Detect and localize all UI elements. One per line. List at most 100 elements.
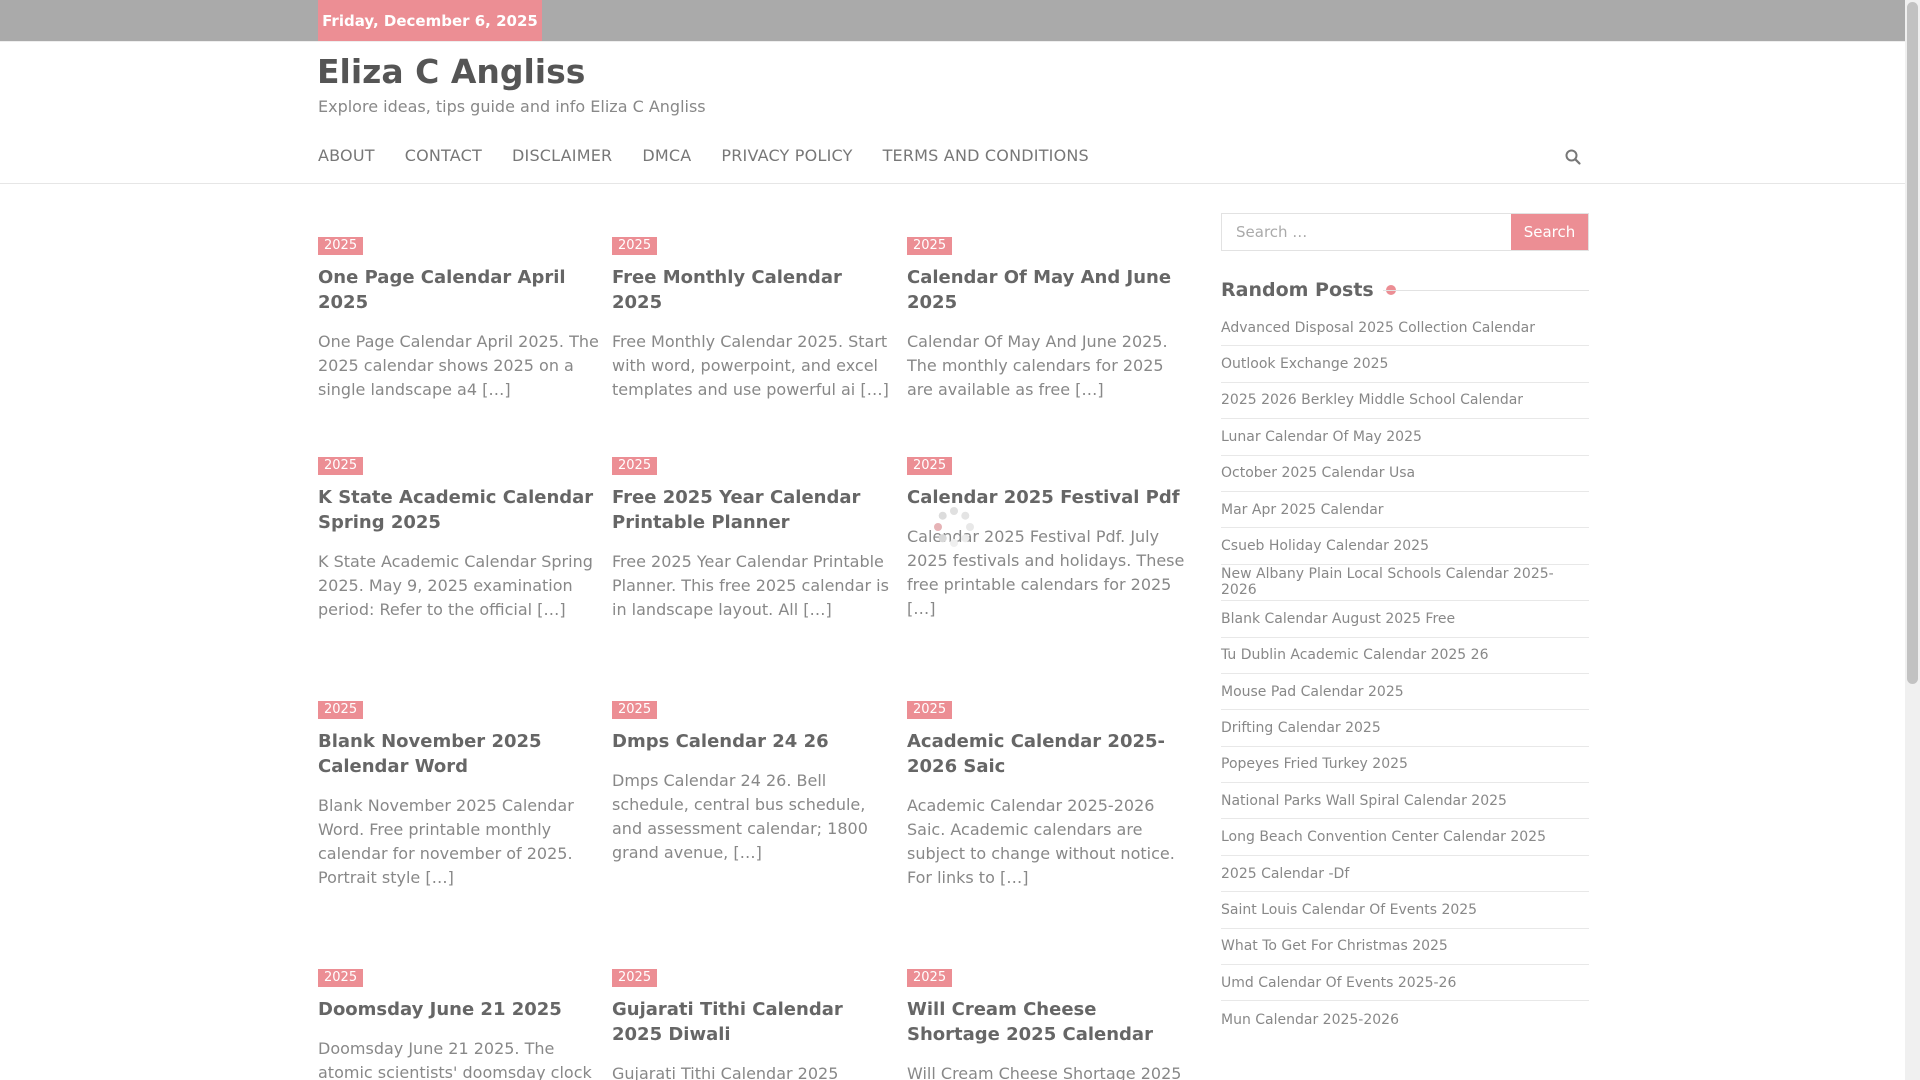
nav-item-contact[interactable]: CONTACT [405, 146, 482, 165]
random-post-link[interactable]: Csueb Holiday Calendar 2025 [1221, 538, 1429, 554]
random-post-link[interactable]: New Albany Plain Local Schools Calendar … [1221, 566, 1589, 598]
nav-item-about[interactable]: ABOUT [318, 146, 375, 165]
category-badge[interactable]: 2025 [907, 237, 953, 255]
category-badge[interactable]: 2025 [612, 457, 658, 475]
list-item: October 2025 Calendar Usa [1221, 456, 1589, 492]
post-title[interactable]: Free 2025 Year Calendar Printable Planne… [612, 485, 897, 535]
main-nav: ABOUT CONTACT DISCLAIMER DMCA PRIVACY PO… [318, 146, 1119, 165]
nav-item-terms[interactable]: TERMS AND CONDITIONS [883, 146, 1089, 165]
post-title[interactable]: Free Monthly Calendar 2025 [612, 265, 897, 315]
category-badge[interactable]: 2025 [907, 701, 953, 719]
list-item: Popeyes Fried Turkey 2025 [1221, 747, 1589, 784]
post-card: 2025 Calendar Of May And June 2025 Calen… [907, 234, 1192, 402]
random-post-link[interactable]: Outlook Exchange 2025 [1221, 356, 1388, 372]
post-excerpt: One Page Calendar April 2025. The 2025 c… [318, 332, 599, 399]
search-icon[interactable] [1564, 148, 1582, 166]
list-item: Tu Dublin Academic Calendar 2025 26 [1221, 638, 1589, 674]
list-item: Mouse Pad Calendar 2025 [1221, 674, 1589, 711]
list-item: Long Beach Convention Center Calendar 20… [1221, 819, 1589, 856]
list-item: 2025 Calendar -Df [1221, 856, 1589, 893]
post-excerpt: Dmps Calendar 24 26. Bell schedule, cent… [612, 771, 868, 862]
widget-title: Random Posts [1221, 279, 1396, 301]
date-badge: Friday, December 6, 2025 [318, 0, 542, 41]
post-card: 2025 Blank November 2025 Calendar Word B… [318, 698, 603, 890]
widget-title-line [1383, 290, 1589, 291]
random-post-link[interactable]: 2025 Calendar -Df [1221, 866, 1349, 882]
category-badge[interactable]: 2025 [612, 237, 658, 255]
post-title[interactable]: One Page Calendar April 2025 [318, 265, 603, 315]
post-title[interactable]: Gujarati Tithi Calendar 2025 Diwali [612, 997, 897, 1047]
post-card: 2025 Gujarati Tithi Calendar 2025 Diwali… [612, 966, 897, 1080]
site-title[interactable]: Eliza C Angliss [317, 52, 585, 91]
list-item: 2025 2026 Berkley Middle School Calendar [1221, 383, 1589, 420]
list-item: Saint Louis Calendar Of Events 2025 [1221, 892, 1589, 929]
post-excerpt: Calendar Of May And June 2025. The month… [907, 332, 1168, 399]
list-item: National Parks Wall Spiral Calendar 2025 [1221, 783, 1589, 820]
random-post-link[interactable]: Umd Calendar Of Events 2025-26 [1221, 975, 1456, 991]
random-post-link[interactable]: National Parks Wall Spiral Calendar 2025 [1221, 793, 1507, 809]
nav-item-dmca[interactable]: DMCA [642, 146, 691, 165]
category-badge[interactable]: 2025 [907, 969, 953, 987]
search-button[interactable]: Search [1511, 214, 1588, 250]
sidebar-search: Search [1221, 213, 1589, 251]
post-excerpt: Doomsday June 21 2025. The atomic scient… [318, 1039, 592, 1080]
category-badge[interactable]: 2025 [318, 969, 364, 987]
post-excerpt: K State Academic Calendar Spring 2025. M… [318, 552, 593, 619]
top-bar: Friday, December 6, 2025 [0, 0, 1905, 41]
list-item: New Albany Plain Local Schools Calendar … [1221, 565, 1589, 602]
random-posts-list: Advanced Disposal 2025 Collection Calend… [1221, 310, 1589, 1038]
post-title[interactable]: Calendar Of May And June 2025 [907, 265, 1192, 315]
post-card: 2025 Academic Calendar 2025-2026 Saic Ac… [907, 698, 1192, 890]
nav-divider [0, 183, 1905, 184]
post-title[interactable]: Blank November 2025 Calendar Word [318, 729, 603, 779]
post-title[interactable]: Will Cream Cheese Shortage 2025 Calendar [907, 997, 1192, 1047]
category-badge[interactable]: 2025 [612, 969, 658, 987]
category-badge[interactable]: 2025 [318, 237, 364, 255]
random-post-link[interactable]: Popeyes Fried Turkey 2025 [1221, 756, 1408, 772]
list-item: Mar Apr 2025 Calendar [1221, 492, 1589, 529]
post-title[interactable]: K State Academic Calendar Spring 2025 [318, 485, 603, 535]
post-card: 2025 One Page Calendar April 2025 One Pa… [318, 234, 603, 402]
nav-item-privacy-policy[interactable]: PRIVACY POLICY [721, 146, 852, 165]
list-item: Outlook Exchange 2025 [1221, 346, 1589, 383]
random-post-link[interactable]: Mar Apr 2025 Calendar [1221, 502, 1384, 518]
random-post-link[interactable]: 2025 2026 Berkley Middle School Calendar [1221, 392, 1523, 408]
post-excerpt: Free 2025 Year Calendar Printable Planne… [612, 552, 889, 619]
post-excerpt: Free Monthly Calendar 2025. Start with w… [612, 332, 889, 399]
site-tagline: Explore ideas, tips guide and info Eliza… [318, 97, 706, 116]
post-title[interactable]: Doomsday June 21 2025 [318, 997, 603, 1022]
post-excerpt: Blank November 2025 Calendar Word. Free … [318, 796, 574, 887]
post-excerpt: Academic Calendar 2025-2026 Saic. Academ… [907, 796, 1175, 887]
random-post-link[interactable]: Mun Calendar 2025-2026 [1221, 1012, 1399, 1028]
widget-title-text: Random Posts [1221, 279, 1374, 301]
list-item: Csueb Holiday Calendar 2025 [1221, 528, 1589, 565]
random-post-link[interactable]: Tu Dublin Academic Calendar 2025 26 [1221, 647, 1488, 663]
list-item: Advanced Disposal 2025 Collection Calend… [1221, 310, 1589, 347]
random-post-link[interactable]: Lunar Calendar Of May 2025 [1221, 429, 1422, 445]
loading-spinner-icon [934, 507, 974, 547]
post-card: 2025 Free 2025 Year Calendar Printable P… [612, 454, 897, 622]
random-post-link[interactable]: October 2025 Calendar Usa [1221, 465, 1415, 481]
post-title[interactable]: Dmps Calendar 24 26 [612, 729, 897, 754]
random-post-link[interactable]: Long Beach Convention Center Calendar 20… [1221, 829, 1546, 845]
list-item: Mun Calendar 2025-2026 [1221, 1001, 1589, 1037]
nav-item-disclaimer[interactable]: DISCLAIMER [512, 146, 612, 165]
random-post-link[interactable]: Drifting Calendar 2025 [1221, 720, 1381, 736]
list-item: Blank Calendar August 2025 Free [1221, 601, 1589, 638]
post-card: 2025 Free Monthly Calendar 2025 Free Mon… [612, 234, 897, 402]
random-post-link[interactable]: Saint Louis Calendar Of Events 2025 [1221, 902, 1477, 918]
post-card: 2025 Dmps Calendar 24 26 Dmps Calendar 2… [612, 698, 897, 865]
random-post-link[interactable]: What To Get For Christmas 2025 [1221, 938, 1448, 954]
random-post-link[interactable]: Blank Calendar August 2025 Free [1221, 611, 1455, 627]
list-item: Drifting Calendar 2025 [1221, 710, 1589, 747]
random-post-link[interactable]: Advanced Disposal 2025 Collection Calend… [1221, 320, 1535, 336]
random-post-link[interactable]: Mouse Pad Calendar 2025 [1221, 684, 1404, 700]
post-excerpt: Will Cream Cheese Shortage 2025 [907, 1064, 1182, 1080]
search-input[interactable] [1222, 214, 1511, 250]
category-badge[interactable]: 2025 [907, 457, 953, 475]
post-title[interactable]: Academic Calendar 2025-2026 Saic [907, 729, 1192, 779]
category-badge[interactable]: 2025 [612, 701, 658, 719]
scrollbar-thumb[interactable] [1907, 2, 1918, 684]
category-badge[interactable]: 2025 [318, 701, 364, 719]
category-badge[interactable]: 2025 [318, 457, 364, 475]
